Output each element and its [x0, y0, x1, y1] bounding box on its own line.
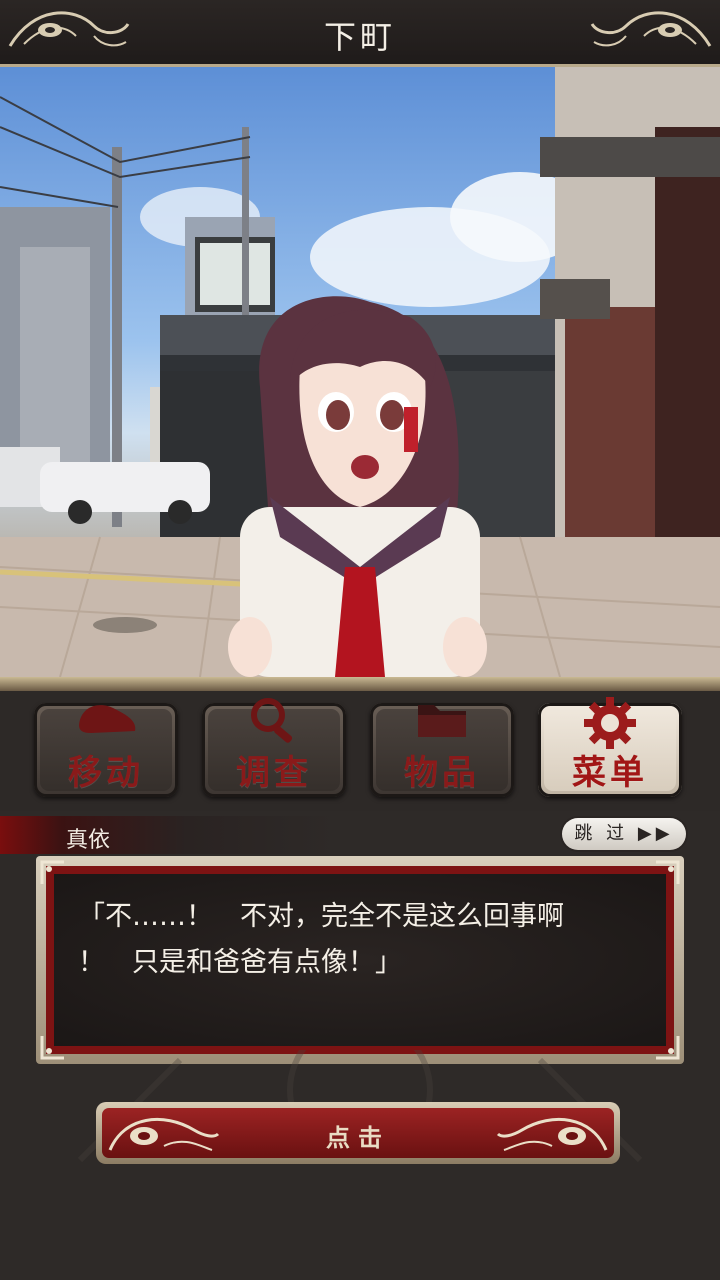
scene-illustration — [0, 67, 720, 677]
move-button[interactable]: 移动 — [34, 703, 178, 797]
fast-forward-icon: ▶▶ — [637, 823, 674, 844]
dialogue-line-1: 「不……！ 不对，完全不是这么回事啊 — [78, 901, 564, 932]
move-label: 移动 — [68, 753, 144, 793]
gear-icon — [584, 697, 636, 749]
corner-ornament-icon — [656, 860, 680, 884]
folder-icon — [418, 705, 466, 737]
menu-button[interactable]: 菜单 — [538, 697, 682, 797]
title-bar: 下町 — [0, 0, 720, 67]
skip-label: 跳 过 — [574, 823, 629, 844]
footprint-icon — [79, 705, 136, 733]
tap-button[interactable]: 点击 — [96, 1102, 620, 1164]
menu-label: 菜单 — [572, 753, 648, 793]
items-label: 物品 — [404, 753, 480, 793]
investigate-label: 调查 — [236, 753, 312, 793]
scene-view[interactable] — [0, 67, 720, 677]
items-button[interactable]: 物品 — [370, 703, 514, 797]
dialogue-text: 「不……！ 不对，完全不是这么回事啊 ！ 只是和爸爸有点像！」 — [78, 894, 658, 986]
skip-button[interactable]: 跳 过 ▶▶ — [562, 818, 686, 850]
speaker-bar — [0, 816, 340, 854]
right-flourish-icon — [590, 11, 712, 47]
investigate-button[interactable]: 调查 — [202, 698, 346, 797]
magnifier-icon — [251, 698, 293, 743]
scene-frame — [0, 677, 720, 691]
right-ornament-icon — [496, 1117, 608, 1151]
dialogue-line-2: ！ 只是和爸爸有点像！」 — [78, 947, 402, 978]
speaker-name: 真依 — [66, 828, 111, 853]
corner-ornament-icon — [40, 860, 64, 884]
